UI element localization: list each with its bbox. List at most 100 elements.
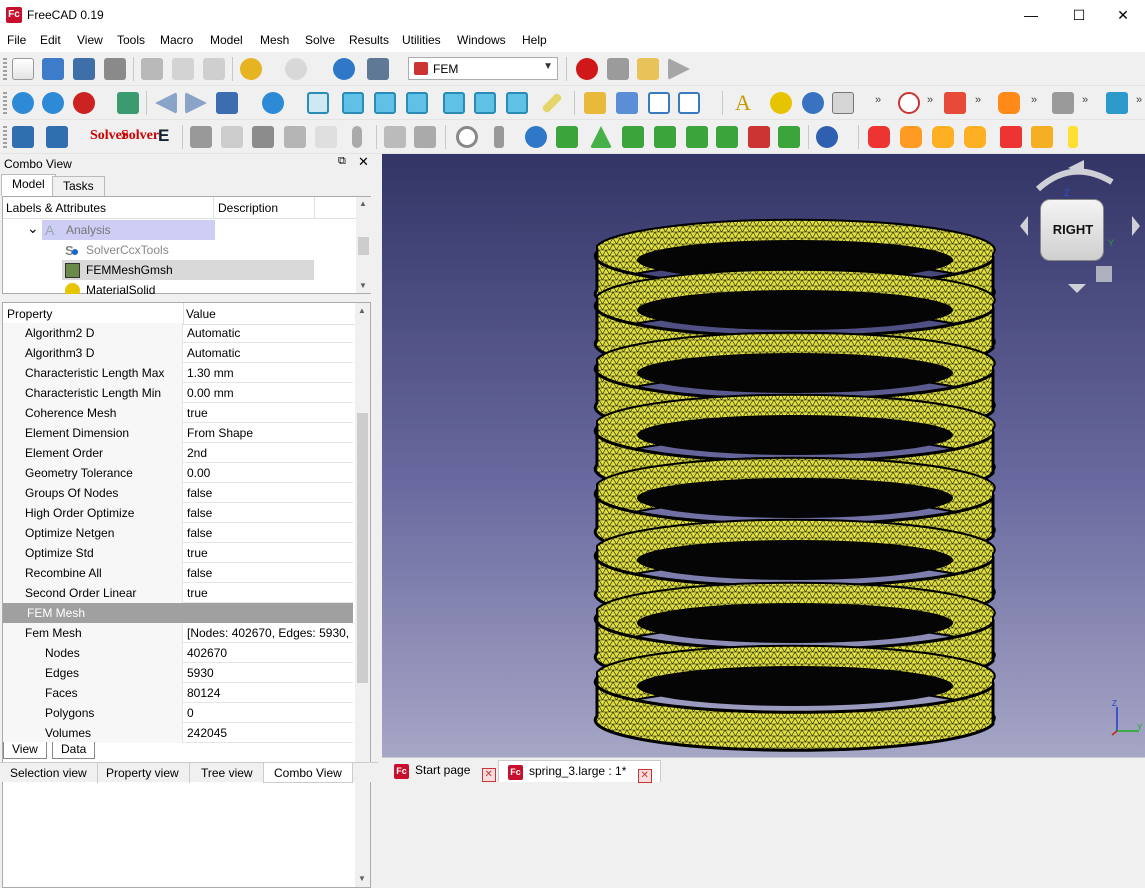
new-document-icon[interactable] <box>12 58 34 80</box>
toolbar-overflow[interactable]: » <box>927 94 933 106</box>
sphere-icon[interactable] <box>770 92 792 114</box>
toolbar-overflow[interactable]: » <box>975 94 981 106</box>
toolbar-overflow[interactable]: » <box>1082 94 1088 106</box>
property-value[interactable]: 1.30 mm <box>183 363 353 383</box>
toolbar-overflow[interactable]: » <box>1031 94 1037 106</box>
constraint-icons[interactable] <box>590 126 612 148</box>
tree-item-femmeshgmsh[interactable]: FEMMeshGmsh <box>3 260 357 280</box>
tree-item-materialsolid[interactable]: MaterialSolid <box>3 280 357 294</box>
scroll-thumb[interactable] <box>357 413 368 683</box>
undo-icon[interactable] <box>240 58 262 80</box>
property-value[interactable]: false <box>183 563 353 583</box>
property-row[interactable]: Algorithm3 D Automatic <box>3 343 353 363</box>
float-icon[interactable]: ⧉ <box>338 155 346 168</box>
constraint-icons[interactable] <box>384 126 406 148</box>
menu-file[interactable]: File <box>7 33 26 47</box>
constraint-icons[interactable] <box>221 126 243 148</box>
scroll-up-icon[interactable]: ▲ <box>355 199 371 208</box>
property-row[interactable]: Polygons 0 <box>3 703 353 723</box>
property-value[interactable]: false <box>183 523 353 543</box>
property-row[interactable]: Characteristic Length Max 1.30 mm <box>3 363 353 383</box>
measure-icon[interactable] <box>541 92 563 114</box>
property-value[interactable]: Automatic <box>183 323 353 343</box>
property-value[interactable]: 242045 <box>183 723 353 743</box>
property-value[interactable]: 0 <box>183 703 353 723</box>
property-row[interactable]: Element Dimension From Shape <box>3 423 353 443</box>
workbench-selector[interactable]: FEM ▼ <box>408 57 558 80</box>
fit-selection-icon[interactable] <box>42 92 64 114</box>
constraint-icons[interactable] <box>868 126 890 148</box>
tab-spring-document[interactable]: Fc spring_3.large : 1* ✕ <box>498 760 661 783</box>
menu-results[interactable]: Results <box>349 33 389 47</box>
fem-analysis-icon[interactable] <box>1052 92 1074 114</box>
menu-edit[interactable]: Edit <box>40 33 61 47</box>
rear-view-icon[interactable] <box>443 92 465 114</box>
property-row[interactable]: High Order Optimize false <box>3 503 353 523</box>
constraint-icons[interactable] <box>190 126 212 148</box>
property-row[interactable]: Geometry Tolerance 0.00 <box>3 463 353 483</box>
water-drop-icon[interactable] <box>802 92 824 114</box>
back-icon[interactable] <box>155 92 177 114</box>
bounding-box-icon[interactable] <box>117 92 139 114</box>
constraint-icons[interactable] <box>414 126 436 148</box>
paste-icon[interactable] <box>203 58 225 80</box>
stop-macro-icon[interactable] <box>607 58 629 80</box>
expand-icon[interactable]: ⌄ <box>27 220 39 237</box>
sync-view-icon[interactable] <box>216 92 238 114</box>
tree-item-solverccxtools[interactable]: S SolverCcxTools <box>3 240 357 260</box>
solver-icon[interactable]: Solver <box>121 128 159 144</box>
tab-tree-view[interactable]: Tree view <box>191 763 264 783</box>
navigation-cube[interactable]: RIGHT Z Y <box>1012 154 1142 294</box>
right-view-icon[interactable] <box>406 92 428 114</box>
link-icon[interactable] <box>648 92 670 114</box>
property-row[interactable]: ⌄Fem Mesh[Nodes: 402670, Edges: 5930, ..… <box>3 623 353 643</box>
toolbar-grip[interactable] <box>3 58 7 80</box>
property-value[interactable]: 5930 <box>183 663 353 683</box>
property-row[interactable]: Element Order 2nd <box>3 443 353 463</box>
property-header-name[interactable]: Property <box>7 307 52 321</box>
menu-mesh[interactable]: Mesh <box>260 33 289 47</box>
save-icon[interactable] <box>73 58 95 80</box>
property-value[interactable]: 2nd <box>183 443 353 463</box>
axis-icon[interactable] <box>944 92 966 114</box>
menu-macro[interactable]: Macro <box>160 33 193 47</box>
constraint-icons[interactable] <box>932 126 954 148</box>
property-value[interactable]: 80124 <box>183 683 353 703</box>
equation-icon[interactable]: E <box>158 126 169 146</box>
close-button[interactable]: ✕ <box>1100 0 1145 30</box>
tab-view[interactable]: View <box>3 742 47 759</box>
constraint-icons[interactable] <box>998 92 1020 114</box>
results-icon[interactable] <box>46 126 68 148</box>
constraint-icons[interactable] <box>748 126 770 148</box>
constraint-icons[interactable] <box>494 126 504 148</box>
toolbar-overflow[interactable]: » <box>1136 94 1142 106</box>
tab-data[interactable]: Data <box>52 742 96 759</box>
run-macro-icon[interactable] <box>668 58 690 80</box>
menu-solve[interactable]: Solve <box>305 33 335 47</box>
property-row[interactable]: Edges 5930 <box>3 663 353 683</box>
draw-style-icon[interactable] <box>73 92 95 114</box>
minimize-button[interactable]: — <box>1008 0 1054 30</box>
mesh-icon[interactable] <box>12 126 34 148</box>
constraint-icons[interactable] <box>1068 126 1078 148</box>
property-row[interactable]: Optimize Netgen false <box>3 523 353 543</box>
tree-item-analysis[interactable]: ⌄ A Analysis <box>3 220 357 240</box>
refresh-icon[interactable] <box>525 126 547 148</box>
menu-windows[interactable]: Windows <box>457 33 506 47</box>
constraint-icons[interactable] <box>716 126 738 148</box>
constraint-icons[interactable] <box>352 126 362 148</box>
zoom-icon[interactable] <box>262 92 284 114</box>
constraint-icons[interactable] <box>252 126 274 148</box>
sphere-icon[interactable] <box>816 126 838 148</box>
tab-selection-view[interactable]: Selection view <box>0 763 98 783</box>
tree-scrollbar[interactable]: ▲ ▼ <box>356 197 371 293</box>
property-row[interactable]: Coherence Mesh true <box>3 403 353 423</box>
edit-macro-icon[interactable] <box>637 58 659 80</box>
property-row[interactable]: Nodes 402670 <box>3 643 353 663</box>
constraint-icons[interactable] <box>900 126 922 148</box>
constraint-icons[interactable] <box>315 126 337 148</box>
link-actions-icon[interactable] <box>678 92 700 114</box>
top-view-icon[interactable] <box>374 92 396 114</box>
close-tab-icon[interactable]: ✕ <box>481 768 496 782</box>
copy-icon[interactable] <box>172 58 194 80</box>
